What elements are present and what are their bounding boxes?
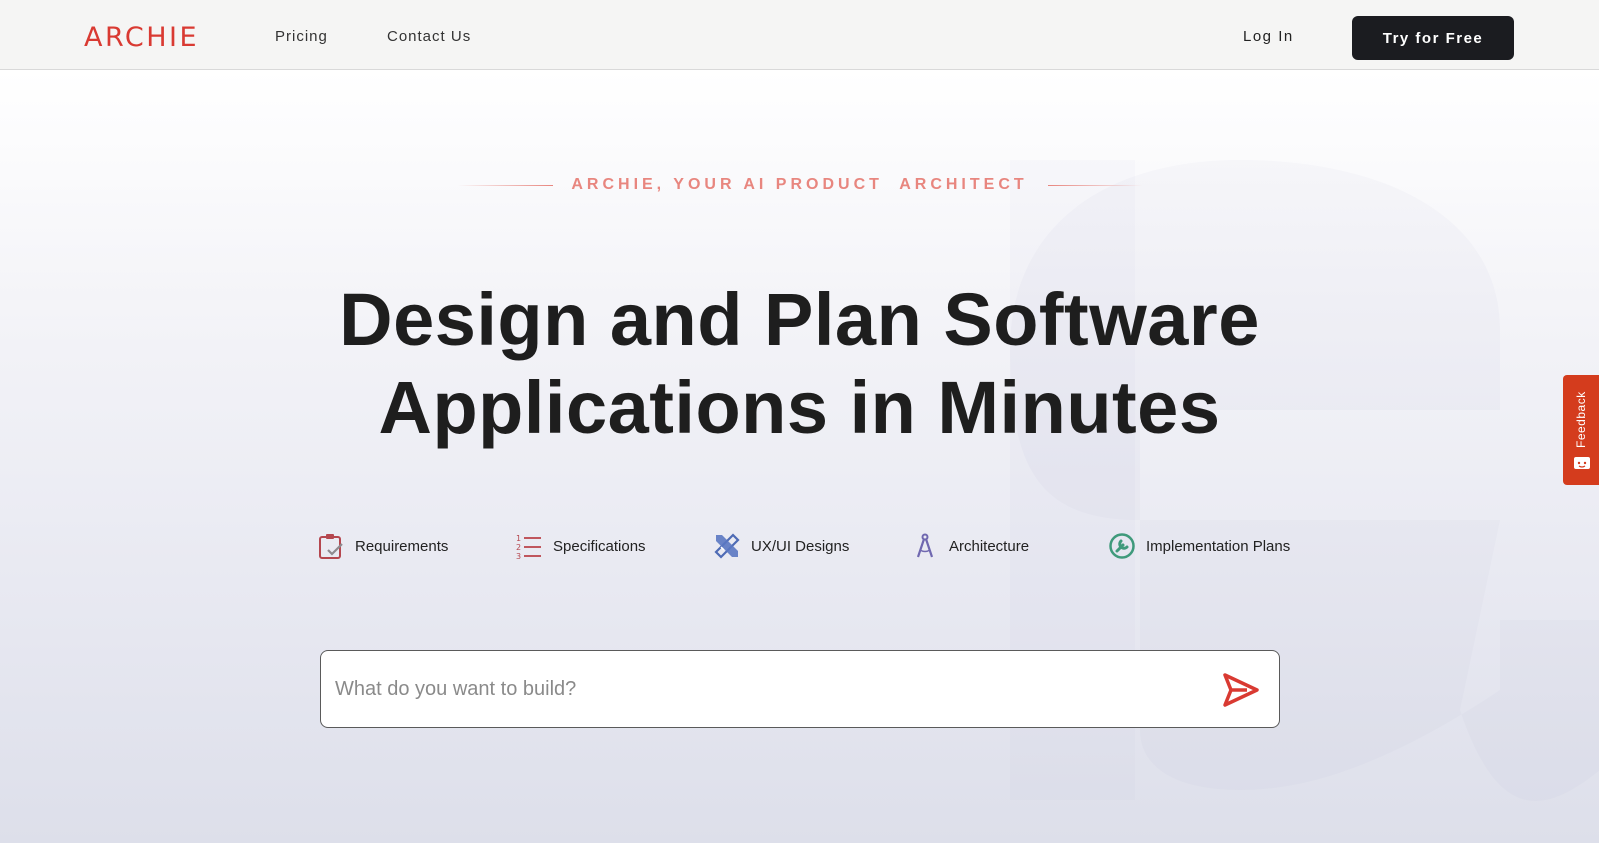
numbered-list-icon: 1 2 3 [516, 534, 541, 560]
svg-text:3: 3 [516, 552, 521, 560]
build-prompt-input[interactable] [335, 669, 1195, 709]
build-prompt-box [320, 650, 1280, 728]
feedback-tab[interactable]: Feedback [1563, 375, 1599, 485]
archie-logo[interactable]: ARCHIE [84, 22, 199, 53]
hero-section: ARCHIE, YOUR AI PRODUCT ARCHITECT Design… [0, 70, 1599, 843]
feature-list: Requirements 1 2 3 Specifications UX/UI … [0, 526, 1599, 566]
compass-icon [916, 533, 934, 558]
send-icon[interactable] [1221, 671, 1261, 709]
nav-link-contact-us[interactable]: Contact Us [387, 28, 471, 45]
feature-ux-ui-designs: UX/UI Designs [713, 526, 849, 566]
feature-label: Requirements [355, 537, 449, 555]
feature-label: Architecture [949, 537, 1030, 555]
try-for-free-button[interactable]: Try for Free [1352, 16, 1514, 60]
headline-line-2: Applications in Minutes [378, 366, 1221, 449]
top-navigation-bar: ARCHIE Pricing Contact Us Log In Try for… [0, 0, 1599, 70]
feature-label: Specifications [553, 537, 646, 555]
log-in-link[interactable]: Log In [1243, 28, 1294, 45]
hero-headline: Design and Plan Software Applications in… [0, 276, 1599, 452]
feedback-chat-icon [1574, 457, 1590, 469]
feature-specifications: 1 2 3 Specifications [515, 526, 646, 566]
feedback-label: Feedback [1574, 391, 1588, 449]
feature-label: Implementation Plans [1146, 537, 1291, 555]
feature-architecture: Architecture [911, 526, 1029, 566]
svg-text:2: 2 [516, 543, 521, 552]
wrench-circle-icon [1109, 533, 1135, 559]
ruler-pencil-icon [714, 533, 740, 559]
feature-implementation-plans: Implementation Plans [1108, 526, 1290, 566]
hero-eyebrow: ARCHIE, YOUR AI PRODUCT ARCHITECT [571, 176, 1028, 193]
nav-link-pricing[interactable]: Pricing [275, 28, 328, 45]
feature-label: UX/UI Designs [751, 537, 850, 555]
svg-text:1: 1 [516, 534, 521, 543]
feature-requirements: Requirements [317, 526, 448, 566]
clipboard-check-icon [319, 534, 343, 559]
headline-line-1: Design and Plan Software [339, 278, 1260, 361]
